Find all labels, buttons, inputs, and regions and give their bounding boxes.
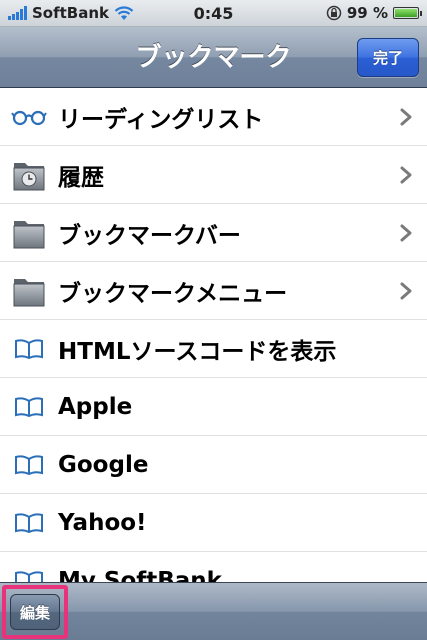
bookmark-label: 履歴 [58, 164, 104, 191]
bookmark-label: ブックマークメニュー [58, 280, 288, 307]
status-bar: SoftBank 0:45 99 % [0, 0, 427, 27]
bookmark-row[interactable]: Apple [0, 378, 427, 436]
folder-icon [0, 262, 58, 320]
bookmark-row[interactable]: My SoftBank [0, 552, 427, 582]
status-right: 99 % [326, 4, 422, 22]
rotation-lock-icon [326, 5, 342, 21]
bookmark-row[interactable]: Google [0, 436, 427, 494]
history-folder-icon [0, 146, 58, 204]
bookmark-label: Yahoo! [58, 509, 147, 536]
bookmark-label: Google [58, 451, 149, 478]
bookmark-label: HTMLソースコードを表示 [58, 338, 337, 365]
battery-icon [393, 7, 422, 19]
navigation-bar: ブックマーク 完了 [0, 27, 427, 88]
book-icon [0, 494, 58, 552]
chevron-right-icon [399, 223, 413, 243]
glasses-icon [0, 88, 58, 146]
wifi-icon [114, 5, 134, 20]
bookmark-row[interactable]: Yahoo! [0, 494, 427, 552]
bookmark-row[interactable]: 履歴 [0, 146, 427, 204]
edit-button[interactable]: 編集 [10, 594, 60, 630]
chevron-right-icon [399, 107, 413, 127]
bookmark-label: ブックマークバー [58, 222, 241, 249]
bookmark-row[interactable]: ブックマークメニュー [0, 262, 427, 320]
folder-icon [0, 204, 58, 262]
status-left: SoftBank [8, 4, 134, 22]
book-icon [0, 436, 58, 494]
done-button[interactable]: 完了 [357, 38, 419, 77]
bookmark-row[interactable]: リーディングリスト [0, 88, 427, 146]
bookmark-label: リーディングリスト [58, 106, 264, 133]
battery-percent: 99 % [346, 4, 388, 22]
book-icon [0, 320, 58, 378]
signal-bars-icon [8, 6, 27, 20]
bookmark-row[interactable]: HTMLソースコードを表示 [0, 320, 427, 378]
chevron-right-icon [399, 281, 413, 301]
bookmark-row[interactable]: ブックマークバー [0, 204, 427, 262]
book-icon [0, 552, 58, 582]
bottom-toolbar: 編集 [0, 582, 427, 640]
bookmark-label: My SoftBank [58, 567, 222, 583]
book-icon [0, 378, 58, 436]
chevron-right-icon [399, 165, 413, 185]
battery-fill [395, 9, 417, 17]
bookmark-list[interactable]: リーディングリスト 履歴 ブックマークバー ブックマークメニュー HTMLソース… [0, 88, 427, 582]
carrier-name: SoftBank [32, 4, 110, 22]
bookmark-label: Apple [58, 393, 133, 420]
